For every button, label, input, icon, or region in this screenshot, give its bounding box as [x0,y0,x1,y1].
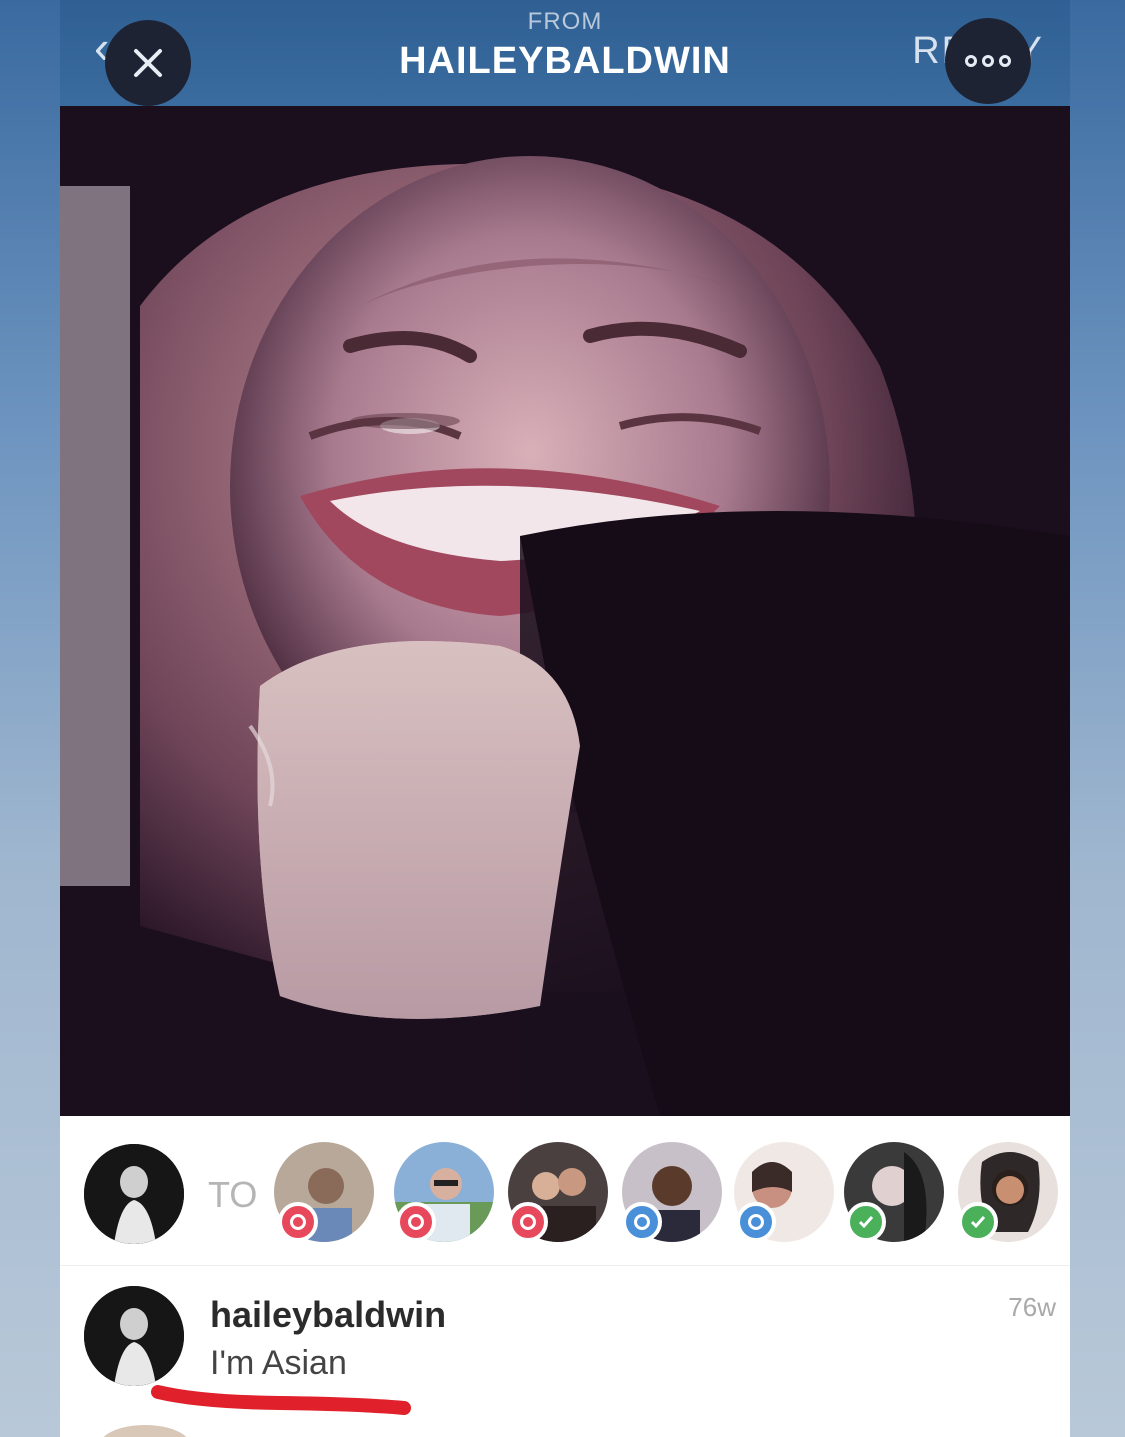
red-underline-annotation [151,1385,411,1415]
